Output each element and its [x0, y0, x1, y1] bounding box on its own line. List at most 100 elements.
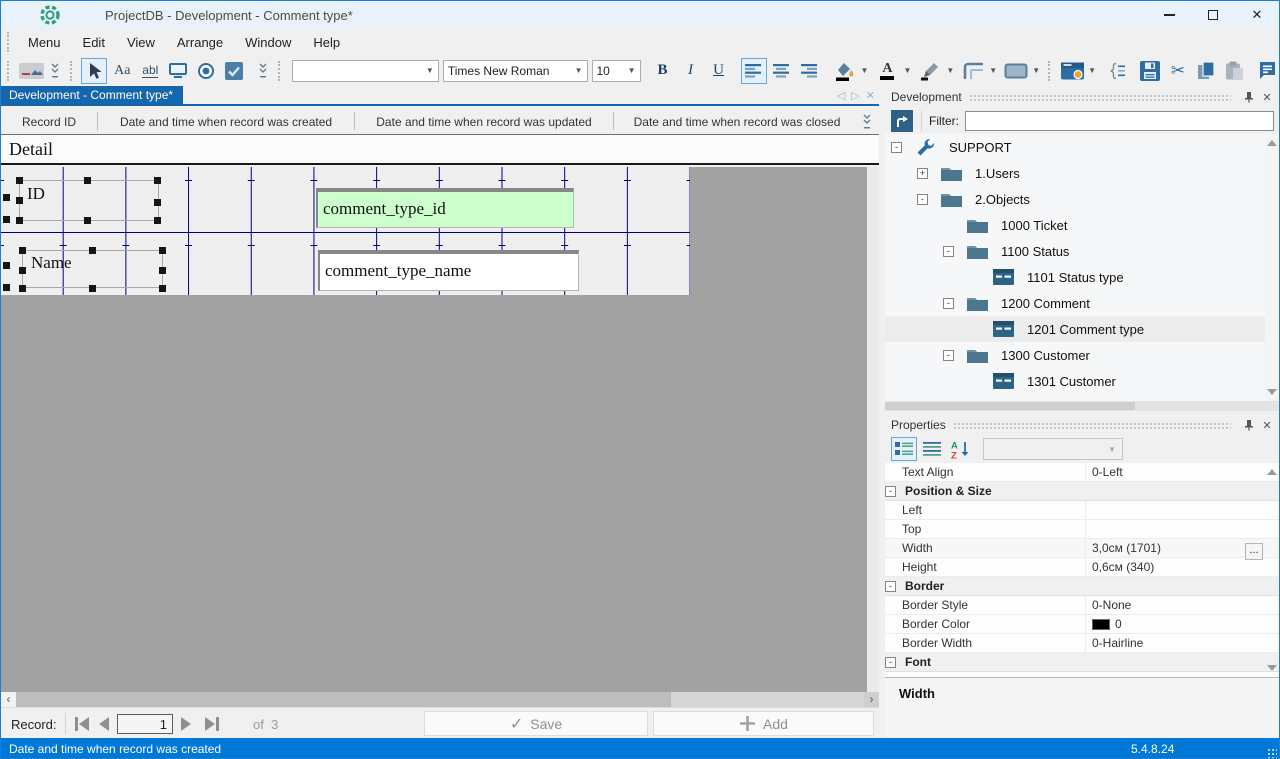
tree-expander[interactable] — [969, 324, 980, 335]
radio-tool-button[interactable] — [193, 58, 219, 84]
label-id[interactable]: ID — [27, 184, 45, 204]
menu-item-edit[interactable]: Edit — [72, 31, 116, 54]
property-category-font[interactable]: - Font — [885, 653, 1279, 672]
menu-item-window[interactable]: Window — [234, 31, 302, 54]
scroll-left-icon[interactable]: ‹ — [1, 692, 16, 707]
tree-item-1201-comment-type[interactable]: 1201 Comment type — [885, 316, 1279, 342]
previous-record-button[interactable] — [99, 717, 109, 731]
property-row-border-width[interactable]: Border Width 0-Hairline — [885, 634, 1279, 653]
align-left-button[interactable] — [740, 57, 767, 84]
maximize-button[interactable] — [1191, 1, 1235, 29]
filter-input[interactable] — [965, 111, 1274, 131]
menu-item-view[interactable]: View — [116, 31, 166, 54]
tree-item-1400-user[interactable]: + 1400 User — [885, 394, 1279, 402]
navigate-object-button[interactable] — [891, 110, 913, 132]
tree-item-1101-status-type[interactable]: 1101 Status type — [885, 264, 1279, 290]
tree-expander[interactable]: - — [917, 193, 928, 205]
tree-expander[interactable] — [969, 272, 980, 283]
category-expander[interactable]: - — [885, 485, 896, 497]
selection-handle[interactable] — [3, 284, 10, 291]
paste-button[interactable] — [1221, 58, 1247, 84]
menu-item-menu[interactable]: Menu — [17, 31, 72, 54]
tree-expander[interactable]: + — [917, 167, 928, 179]
property-row-height[interactable]: Height 0,6см (340) — [885, 558, 1279, 577]
scroll-right-icon[interactable]: › — [864, 692, 879, 707]
scrollbar-thumb[interactable] — [16, 692, 671, 707]
tree-item-1100-status[interactable]: - 1100 Status — [885, 238, 1279, 264]
selection-handle[interactable] — [89, 285, 96, 292]
tab-scroll-left-icon[interactable]: ◁ — [837, 89, 845, 102]
menu-item-help[interactable]: Help — [302, 31, 351, 54]
tree-item-1000-ticket[interactable]: 1000 Ticket — [885, 212, 1279, 238]
selection-handle[interactable] — [154, 199, 161, 206]
add-record-button[interactable]: Add — [653, 711, 874, 736]
font-name-combo[interactable]: Times New Roman ▼ — [442, 59, 588, 82]
cut-button[interactable]: ✂ — [1165, 58, 1191, 84]
style-combo[interactable]: ▼ — [292, 59, 439, 82]
toolbar-grip[interactable] — [70, 60, 74, 81]
next-record-button[interactable] — [181, 717, 191, 731]
selection-handle[interactable] — [3, 194, 10, 201]
tab-close-icon[interactable]: ✕ — [866, 89, 875, 102]
outline-list-button[interactable] — [1104, 58, 1130, 84]
first-record-button[interactable] — [75, 717, 89, 731]
button-tool-button[interactable] — [165, 58, 191, 84]
selection-handle[interactable] — [19, 285, 26, 292]
tree-vertical-scrollbar[interactable] — [1265, 134, 1279, 401]
close-button[interactable]: ✕ — [1235, 1, 1279, 29]
tree-horizontal-scrollbar[interactable] — [885, 401, 1279, 411]
copy-button[interactable] — [1193, 58, 1219, 84]
align-center-button[interactable] — [769, 58, 795, 84]
list-view-button[interactable] — [919, 437, 945, 461]
tree-item-1300-customer[interactable]: - 1300 Customer — [885, 342, 1279, 368]
field-comment-type-name[interactable]: comment_type_name — [318, 250, 579, 291]
tree-expander[interactable]: - — [891, 141, 902, 153]
save-button[interactable] — [1137, 58, 1163, 84]
tree-expander[interactable]: - — [943, 349, 954, 361]
save-record-button[interactable]: ✓ Save — [424, 711, 648, 736]
property-row-left[interactable]: Left — [885, 501, 1279, 520]
menu-item-arrange[interactable]: Arrange — [166, 31, 234, 54]
field-closed[interactable]: Date and time when record was closed — [614, 114, 860, 129]
field-record-id[interactable]: Record ID — [1, 114, 97, 129]
tree-expander[interactable]: - — [943, 245, 954, 257]
italic-button[interactable]: I — [678, 58, 704, 84]
property-row-text-align[interactable]: Text Align 0-Left — [885, 463, 1279, 482]
scroll-up-icon[interactable] — [1267, 140, 1277, 146]
font-color-button[interactable]: A — [874, 58, 900, 84]
form-properties-button[interactable] — [1059, 58, 1085, 84]
property-row-border-color[interactable]: Border Color 0 — [885, 615, 1279, 634]
pin-icon[interactable] — [1242, 91, 1256, 103]
selection-handle[interactable] — [159, 247, 166, 254]
tree-expander[interactable] — [969, 376, 980, 387]
minimize-button[interactable] — [1147, 1, 1191, 29]
selection-handle[interactable] — [3, 262, 10, 269]
field-comment-type-id[interactable]: comment_type_id — [316, 188, 574, 228]
chevron-down-icon[interactable]: ▼ — [989, 66, 997, 75]
property-row-width[interactable]: Width 3,0см (1701) — [885, 539, 1279, 558]
selection-handle[interactable] — [19, 247, 26, 254]
underline-button[interactable]: U — [706, 58, 732, 84]
toolbar-grip[interactable] — [7, 60, 11, 81]
horizontal-scrollbar[interactable]: ‹ › — [1, 692, 879, 707]
fill-color-button[interactable] — [832, 58, 858, 84]
checkbox-tool-button[interactable] — [221, 58, 247, 84]
highlight-pen-button[interactable] — [917, 58, 943, 84]
scroll-down-icon[interactable] — [1267, 665, 1277, 671]
sort-alphabetical-button[interactable]: AZ — [947, 437, 973, 461]
chevron-down-icon[interactable]: ▼ — [861, 66, 869, 75]
pin-icon[interactable] — [1242, 419, 1256, 431]
selection-handle[interactable] — [16, 217, 23, 224]
tree-item-1200-comment[interactable]: - 1200 Comment — [885, 290, 1279, 316]
tree-item-objects[interactable]: - 2.Objects — [885, 186, 1279, 212]
selection-handle[interactable] — [89, 247, 96, 254]
selection-handle[interactable] — [159, 267, 166, 274]
selection-handle[interactable] — [19, 267, 26, 274]
tab-scroll-right-icon[interactable]: ▷ — [851, 89, 859, 102]
rectangle-style-button[interactable] — [1003, 58, 1029, 84]
image-tool-button[interactable] — [18, 58, 45, 84]
chevron-down-icon[interactable]: ▼ — [903, 66, 911, 75]
tab-development-comment-type[interactable]: Development - Comment type* — [1, 86, 184, 104]
toolbar-grip[interactable] — [7, 32, 11, 52]
panel-close-icon[interactable]: ✕ — [1260, 91, 1274, 104]
